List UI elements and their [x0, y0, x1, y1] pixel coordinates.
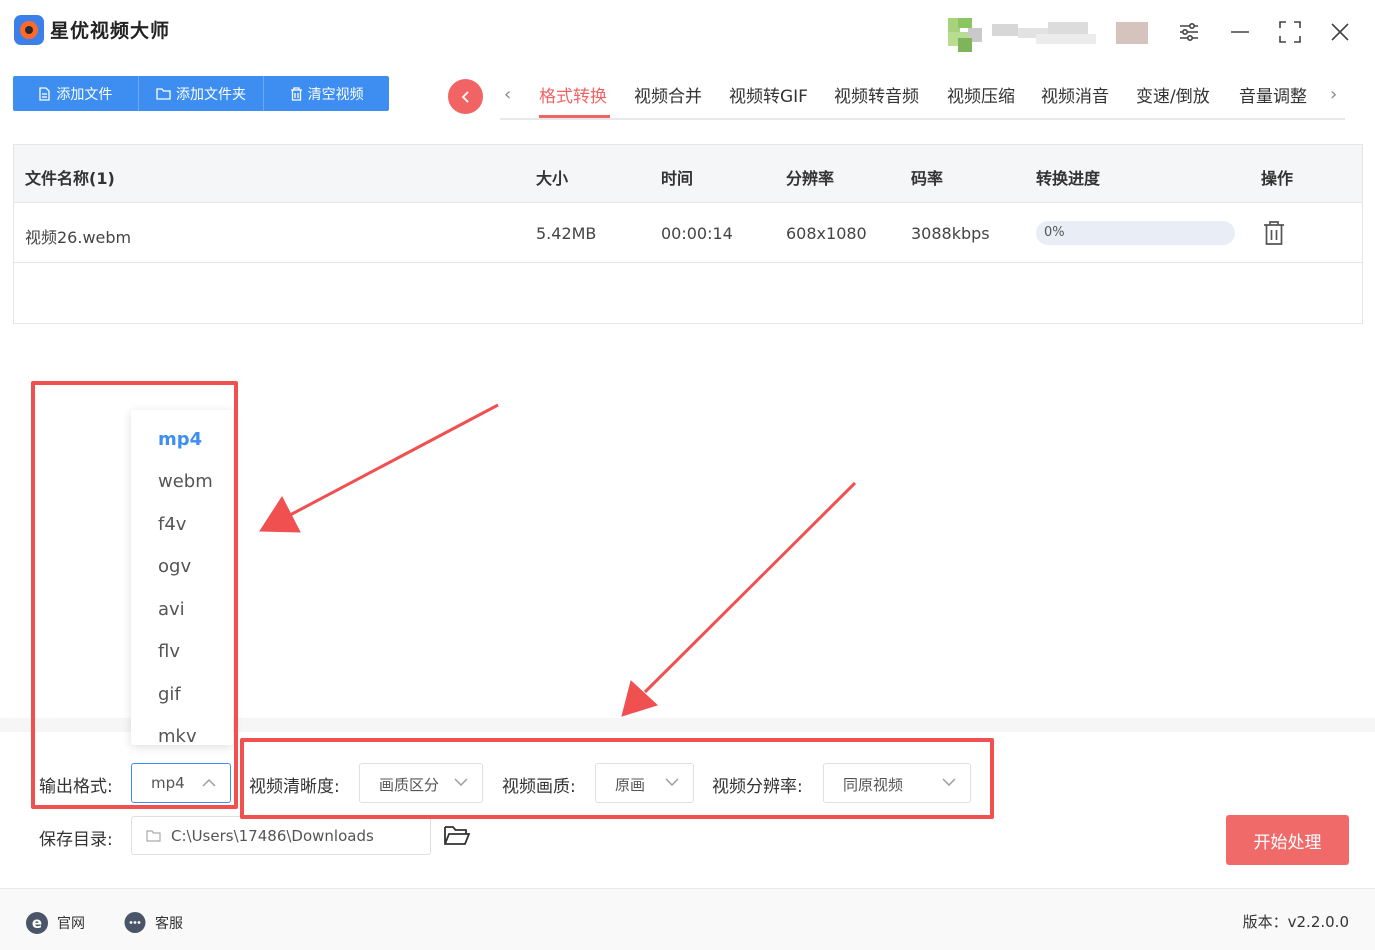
ie-browser-icon: e: [26, 912, 48, 934]
footer: e 官网 客服 版本：v2.2.0.0: [0, 888, 1375, 950]
version-text: 版本：v2.2.0.0: [1242, 913, 1349, 931]
chat-bubble-icon: [124, 912, 146, 933]
website-link[interactable]: e 官网: [25, 911, 85, 935]
support-link[interactable]: 客服: [123, 911, 183, 935]
support-label: 客服: [155, 916, 183, 932]
annotation-arrow-2: [643, 481, 857, 694]
annotation-arrow-1: [289, 403, 499, 517]
website-label: 官网: [57, 916, 85, 932]
annotation-arrows: [259, 403, 857, 717]
svg-text:e: e: [32, 914, 42, 932]
